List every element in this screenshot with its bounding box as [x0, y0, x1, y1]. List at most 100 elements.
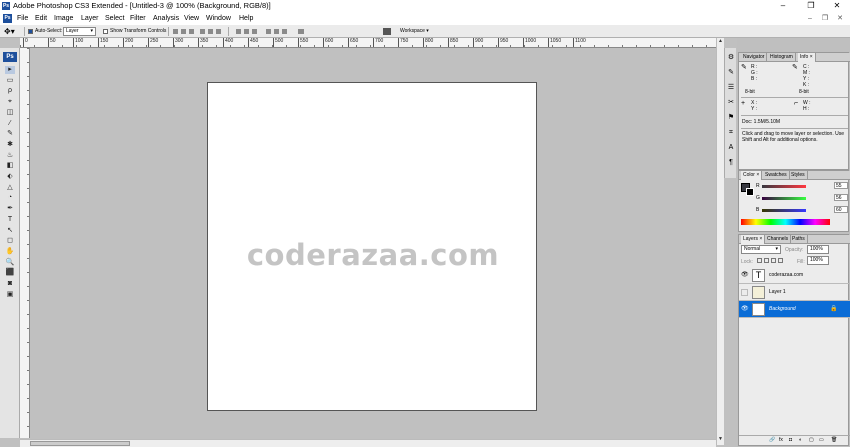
notes-tool-icon[interactable]: ✋ — [5, 248, 15, 256]
layer-comps-icon[interactable]: ☰ — [727, 84, 735, 92]
path-select-tool-icon[interactable]: ↖ — [5, 227, 15, 235]
red-value[interactable]: 55 — [834, 182, 848, 189]
lasso-tool-icon[interactable]: ρ — [5, 87, 15, 95]
menu-window[interactable]: Window — [206, 12, 231, 25]
new-group-icon[interactable]: ▢ — [809, 437, 814, 443]
color-swatch-icon[interactable]: ⬛ — [5, 269, 15, 277]
quick-select-tool-icon[interactable]: ⌖ — [5, 98, 15, 106]
menu-filter[interactable]: Filter — [130, 12, 146, 25]
horizontal-scroll-thumb[interactable] — [30, 441, 130, 446]
distribute-hcenter-icon[interactable] — [274, 29, 279, 34]
adjustment-layer-icon[interactable]: ◐ — [799, 437, 802, 443]
align-left-icon[interactable] — [200, 29, 205, 34]
restore-button[interactable]: ❐ — [798, 0, 824, 12]
opacity-field[interactable]: 100% — [807, 245, 829, 254]
brush-presets-icon[interactable]: ⚙ — [727, 54, 735, 62]
clone-source-icon[interactable]: ✂ — [727, 99, 735, 107]
layer-row-background[interactable]: 👁 Background 🔒 — [739, 301, 850, 318]
distribute-right-icon[interactable] — [282, 29, 287, 34]
blue-slider[interactable] — [762, 209, 806, 212]
distribute-bottom-icon[interactable] — [252, 29, 257, 34]
quick-mask-icon[interactable]: ◙ — [5, 280, 15, 288]
menu-analysis[interactable]: Analysis — [153, 12, 179, 25]
character-icon[interactable]: A — [727, 144, 735, 152]
auto-select-checkbox[interactable] — [28, 29, 33, 34]
distribute-left-icon[interactable] — [266, 29, 271, 34]
eye-icon[interactable]: 👁 — [741, 272, 749, 279]
layer-row-layer1[interactable]: Layer 1 — [739, 284, 850, 301]
history-icon[interactable]: ⚑ — [727, 114, 735, 122]
healing-brush-tool-icon[interactable]: ✎ — [5, 130, 15, 138]
screen-mode-icon[interactable]: ▣ — [5, 291, 15, 299]
doc-close-button[interactable]: ✕ — [833, 12, 847, 25]
tab-paths[interactable]: Paths — [790, 235, 808, 244]
eye-icon[interactable]: 👁 — [741, 306, 749, 313]
layer-name[interactable]: coderazaa.com — [769, 267, 803, 284]
tab-navigator[interactable]: Navigator — [741, 53, 768, 62]
close-button[interactable]: ✕ — [824, 0, 850, 12]
canvas-text-layer[interactable]: coderazaa.com — [208, 238, 538, 272]
move-tool-preset-icon[interactable]: ✥▾ — [4, 25, 15, 38]
blue-value[interactable]: 60 — [834, 206, 848, 213]
new-layer-icon[interactable]: ▭ — [819, 437, 824, 443]
scroll-up-arrow[interactable]: ▲ — [717, 38, 724, 44]
workspace-menu[interactable]: Workspace ▾ — [400, 25, 429, 38]
lock-position-icon[interactable] — [771, 258, 776, 263]
clone-stamp-tool-icon[interactable]: ♨ — [5, 152, 15, 160]
layer-row-text[interactable]: 👁 T coderazaa.com — [739, 267, 850, 284]
minimize-button[interactable]: – — [770, 0, 796, 12]
slice-tool-icon[interactable]: ⁄ — [5, 120, 15, 128]
visibility-box-empty[interactable] — [741, 289, 748, 296]
tab-histogram[interactable]: Histogram — [768, 53, 796, 62]
tab-info[interactable]: Info × — [798, 53, 816, 62]
menu-file[interactable]: File — [17, 12, 28, 25]
marquee-tool-icon[interactable]: ▭ — [5, 77, 15, 85]
lock-image-icon[interactable] — [764, 258, 769, 263]
gradient-tool-icon[interactable]: △ — [5, 184, 15, 192]
tab-styles[interactable]: Styles — [789, 171, 808, 180]
history-brush-tool-icon[interactable]: ◧ — [5, 162, 15, 170]
move-tool-icon[interactable]: ▸ — [5, 66, 15, 74]
distribute-vcenter-icon[interactable] — [244, 29, 249, 34]
background-color-swatch[interactable] — [746, 188, 754, 196]
menu-select[interactable]: Select — [105, 12, 124, 25]
mask-icon[interactable]: ◘ — [789, 437, 792, 443]
zoom-tool-icon[interactable]: 🔍 — [5, 259, 15, 267]
menu-help[interactable]: Help — [239, 12, 253, 25]
align-bottom-icon[interactable] — [189, 29, 194, 34]
horizontal-scrollbar[interactable] — [20, 439, 716, 447]
document-menu-icon[interactable]: Ps — [3, 14, 12, 23]
red-slider[interactable] — [762, 185, 806, 188]
lock-all-icon[interactable] — [778, 258, 783, 263]
brush-tool-icon[interactable]: ✱ — [5, 141, 15, 149]
fill-field[interactable]: 100% — [807, 256, 829, 265]
auto-align-icon[interactable] — [298, 29, 304, 34]
bridge-icon[interactable] — [383, 28, 391, 35]
doc-restore-button[interactable]: ❐ — [818, 12, 832, 25]
align-hcenter-icon[interactable] — [208, 29, 213, 34]
layer-name[interactable]: Background — [769, 301, 796, 318]
align-right-icon[interactable] — [216, 29, 221, 34]
document-canvas[interactable]: coderazaa.com — [207, 82, 537, 411]
crop-tool-icon[interactable]: ◫ — [5, 109, 15, 117]
delete-layer-icon[interactable]: 🗑 — [831, 437, 837, 443]
color-spectrum-bar[interactable] — [741, 219, 830, 225]
tab-color[interactable]: Color × — [741, 171, 763, 180]
green-slider[interactable] — [762, 197, 806, 200]
actions-icon[interactable]: ⌗ — [727, 129, 735, 137]
menu-edit[interactable]: Edit — [35, 12, 47, 25]
menu-layer[interactable]: Layer — [81, 12, 99, 25]
shape-tool-icon[interactable]: ◻ — [5, 237, 15, 245]
tool-presets-icon[interactable]: ✎ — [727, 69, 735, 77]
doc-minimize-button[interactable]: – — [803, 12, 817, 25]
menu-view[interactable]: View — [184, 12, 199, 25]
tab-layers[interactable]: Layers × — [741, 235, 766, 244]
auto-select-dropdown[interactable]: Layer ▾ — [63, 27, 96, 36]
tab-swatches[interactable]: Swatches — [763, 171, 790, 180]
eraser-tool-icon[interactable]: ⬖ — [5, 173, 15, 181]
vertical-scrollbar[interactable]: ▲ ▼ — [716, 38, 724, 445]
link-layers-icon[interactable]: 🔗 — [769, 437, 775, 443]
blend-mode-dropdown[interactable]: Normal ▾ — [741, 245, 781, 254]
align-top-icon[interactable] — [173, 29, 178, 34]
blur-tool-icon[interactable]: ◔ — [5, 194, 15, 202]
